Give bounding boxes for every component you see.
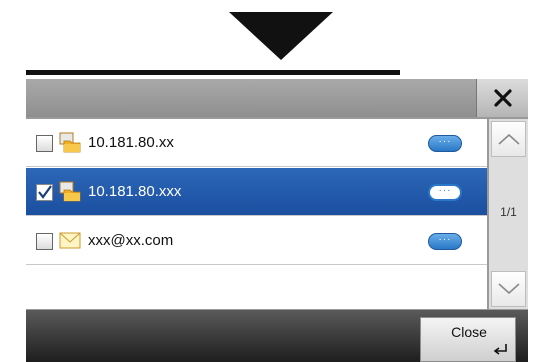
chevron-down-icon xyxy=(497,283,520,295)
close-x-button[interactable] xyxy=(476,79,528,117)
checkmark-icon xyxy=(38,185,52,199)
down-arrow-indicator-icon xyxy=(229,12,333,60)
folder-icon xyxy=(59,132,81,153)
indicator-bar xyxy=(26,70,400,75)
email-envelope-icon xyxy=(59,232,81,249)
dialog-footer: Close xyxy=(26,310,528,362)
row-label: 10.181.80.xxx xyxy=(88,183,182,200)
destination-list: 10.181.80.xx ··· 10.181.80.xxx ··· xxx@x… xyxy=(26,119,487,309)
list-item[interactable]: 10.181.80.xx ··· xyxy=(26,119,487,167)
checkbox-checked[interactable] xyxy=(36,184,53,201)
ellipsis-icon: ··· xyxy=(438,233,452,245)
page-up-button[interactable] xyxy=(491,121,526,157)
page-indicator: 1/1 xyxy=(500,205,517,219)
ellipsis-icon: ··· xyxy=(438,135,452,147)
detail-button[interactable]: ··· xyxy=(428,184,462,201)
list-item[interactable]: xxx@xx.com ··· xyxy=(26,217,487,265)
checkbox[interactable] xyxy=(36,135,53,152)
close-button-label: Close xyxy=(451,324,487,340)
pager: 1/1 xyxy=(489,119,528,309)
ellipsis-icon: ··· xyxy=(438,184,452,196)
enter-return-icon xyxy=(493,344,507,355)
close-button[interactable]: Close xyxy=(420,317,516,362)
detail-button[interactable]: ··· xyxy=(428,233,462,250)
chevron-up-icon xyxy=(497,133,520,145)
detail-button[interactable]: ··· xyxy=(428,135,462,152)
row-label: 10.181.80.xx xyxy=(88,134,174,151)
page-down-button[interactable] xyxy=(491,271,526,307)
folder-icon xyxy=(59,181,81,202)
destination-dialog: 10.181.80.xx ··· 10.181.80.xxx ··· xxx@x… xyxy=(26,79,528,362)
empty-list-item xyxy=(26,266,487,309)
dialog-header xyxy=(26,79,528,117)
close-x-icon xyxy=(493,89,512,107)
list-item-selected[interactable]: 10.181.80.xxx ··· xyxy=(26,168,487,216)
row-label: xxx@xx.com xyxy=(88,232,174,249)
checkbox[interactable] xyxy=(36,233,53,250)
